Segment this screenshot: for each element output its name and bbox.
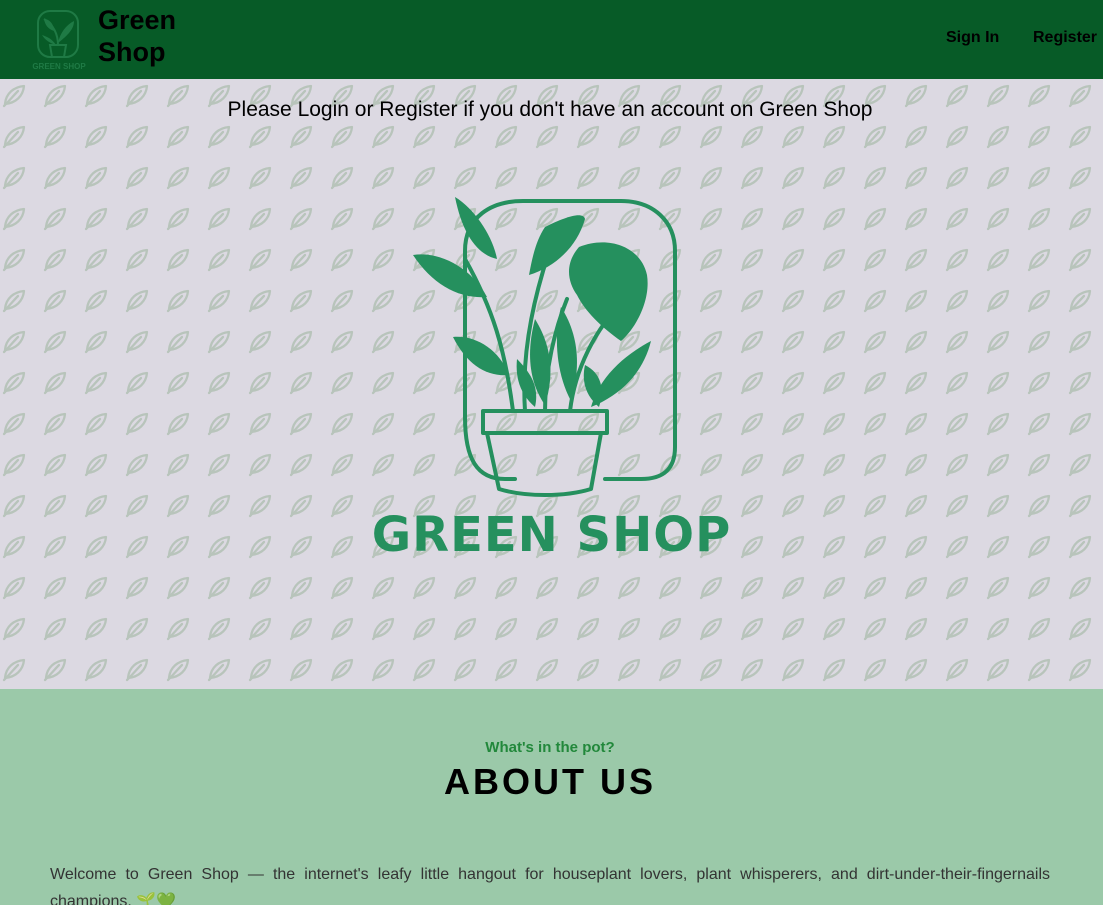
hero-section: Please Login or Register if you don't ha… [0,79,1103,689]
about-eyebrow: What's in the pot? [485,739,615,756]
about-title: ABOUT US [444,761,656,802]
login-prompt-message: Please Login or Register if you don't ha… [227,98,873,121]
brand-name[interactable]: Green Shop [98,4,208,68]
potted-plant-logo-icon [413,197,677,497]
signin-link[interactable]: Sign In [946,29,999,47]
navbar: GREEN SHOP Green Shop Sign In Register [0,0,1103,79]
register-link[interactable]: Register [1033,29,1097,47]
green-shop-logo-icon[interactable]: GREEN SHOP [30,5,88,71]
hero-logo-text: GREEN SHOP [371,507,732,563]
about-section: What's in the pot? ABOUT US Welcome to G… [0,689,1103,905]
nav-logo-text: GREEN SHOP [32,62,86,71]
about-description: Welcome to Green Shop — the internet's l… [50,866,1050,905]
